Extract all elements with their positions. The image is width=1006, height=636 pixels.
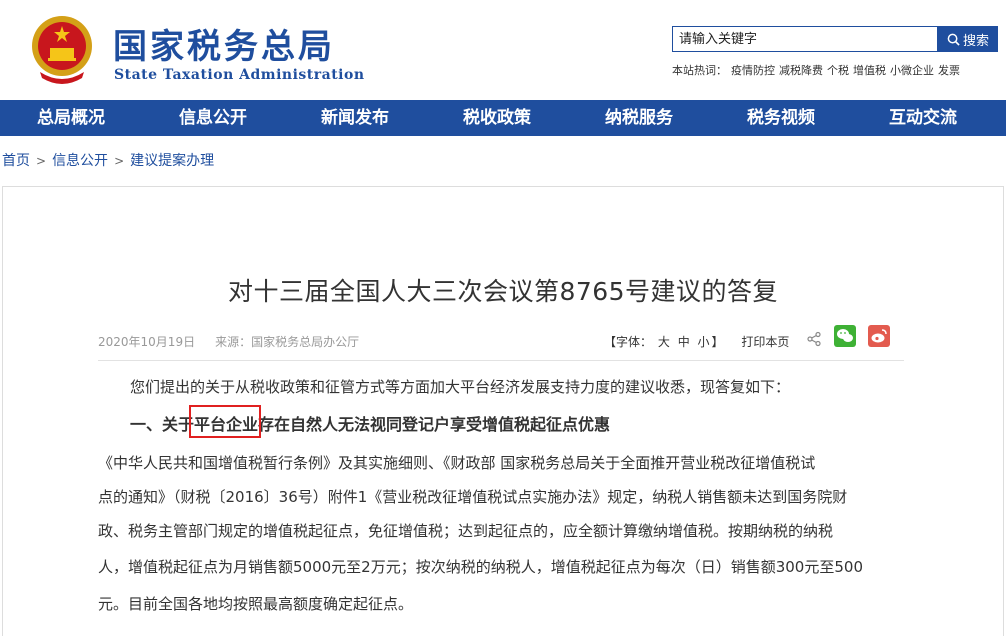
breadcrumb-proposal-handling[interactable]: 建议提案办理 <box>130 153 214 169</box>
article-source: 来源：国家税务总局办公厅 <box>215 335 360 349</box>
article-date: 2020年10月19日 <box>98 335 196 349</box>
nav-item-tax-video[interactable]: 税务视频 <box>710 100 852 136</box>
chevron-right-icon: > <box>36 154 47 168</box>
main-nav: 总局概况 信息公开 新闻发布 税收政策 纳税服务 税务视频 互动交流 <box>0 100 1006 136</box>
hot-word-link[interactable]: 减税降费 <box>779 64 823 77</box>
section-heading-rest: 存在自然人无法视同登记户享受增值税起征点优惠 <box>258 415 611 434</box>
article-intro: 您们提出的关于从税收政策和征管方式等方面加大平台经济发展支持力度的建议收悉，现答… <box>130 378 791 396</box>
nav-item-tax-policy[interactable]: 税收政策 <box>426 100 568 136</box>
national-emblem-icon[interactable] <box>30 12 94 86</box>
breadcrumb-home[interactable]: 首页 <box>2 153 30 169</box>
body-paragraph-line: 政、税务主管部门规定的增值税起征点，免征增值税；达到起征点的，应全额计算缴纳增值… <box>98 522 834 540</box>
highlight-annotation-box <box>189 405 261 438</box>
site-title[interactable]: 国家税务总局 <box>113 28 335 66</box>
article-meta: 2020年10月19日 来源：国家税务总局办公厅 <box>98 333 359 350</box>
font-size-large[interactable]: 大 <box>658 335 670 349</box>
article-title: 对十三届全国人大三次会议第8765号建议的答复 <box>227 277 779 306</box>
search-icon <box>947 33 960 46</box>
print-button[interactable]: 打印本页 <box>741 335 789 349</box>
breadcrumb-info-disclosure[interactable]: 信息公开 <box>52 153 108 169</box>
meta-divider <box>98 360 904 361</box>
nav-item-taxpayer-service[interactable]: 纳税服务 <box>568 100 710 136</box>
nav-item-news[interactable]: 新闻发布 <box>284 100 426 136</box>
body-paragraph-line: 元。目前全国各地均按照最高额度确定起征点。 <box>98 595 414 613</box>
nav-item-interaction[interactable]: 互动交流 <box>852 100 994 136</box>
nav-item-overview[interactable]: 总局概况 <box>0 100 142 136</box>
hot-word-link[interactable]: 发票 <box>938 64 960 77</box>
font-size-label-close: 】 <box>711 335 724 349</box>
hot-word-link[interactable]: 增值税 <box>853 64 886 77</box>
search-input[interactable] <box>673 27 947 51</box>
font-size-medium[interactable]: 中 <box>678 335 690 349</box>
body-paragraph-line: 点的通知》（财税〔2016〕36号）附件1《营业税改征增值税试点实施办法》规定，… <box>98 488 848 506</box>
weibo-icon[interactable] <box>868 325 890 347</box>
hot-words: 本站热词： 疫情防控 减税降费 个税 增值税 小微企业 发票 <box>672 62 964 78</box>
font-size-label: 【字体： <box>604 335 653 349</box>
hot-words-label: 本站热词： <box>672 64 727 77</box>
search-button[interactable]: 搜索 <box>938 26 998 52</box>
font-size-small[interactable]: 小 <box>698 335 710 349</box>
hot-word-link[interactable]: 个税 <box>827 64 849 77</box>
wechat-icon[interactable] <box>834 325 856 347</box>
chevron-right-icon: > <box>114 154 125 168</box>
site-subtitle: State Taxation Administration <box>114 67 365 83</box>
body-paragraph-line: 《中华人民共和国增值税暂行条例》及其实施细则、《财政部 国家税务总局关于全面推开… <box>98 454 816 472</box>
breadcrumb: 首页 > 信息公开 > 建议提案办理 <box>2 150 214 170</box>
hot-word-link[interactable]: 疫情防控 <box>731 64 775 77</box>
body-paragraph-line: 人，增值税起征点为月销售额5000元至2万元；按次纳税的纳税人，增值税起征点为每… <box>98 558 863 576</box>
article-tools: 【字体： 大 中 小】 打印本页 <box>604 333 789 350</box>
search-button-label: 搜索 <box>962 32 989 48</box>
search-box <box>672 26 947 52</box>
share-icon[interactable] <box>806 331 822 347</box>
section-heading-prefix: 一、关于 <box>130 415 195 434</box>
site-header: 国家税务总局 State Taxation Administration 搜索 … <box>0 0 1006 100</box>
nav-item-info-disclosure[interactable]: 信息公开 <box>142 100 284 136</box>
hot-word-link[interactable]: 小微企业 <box>890 64 934 77</box>
